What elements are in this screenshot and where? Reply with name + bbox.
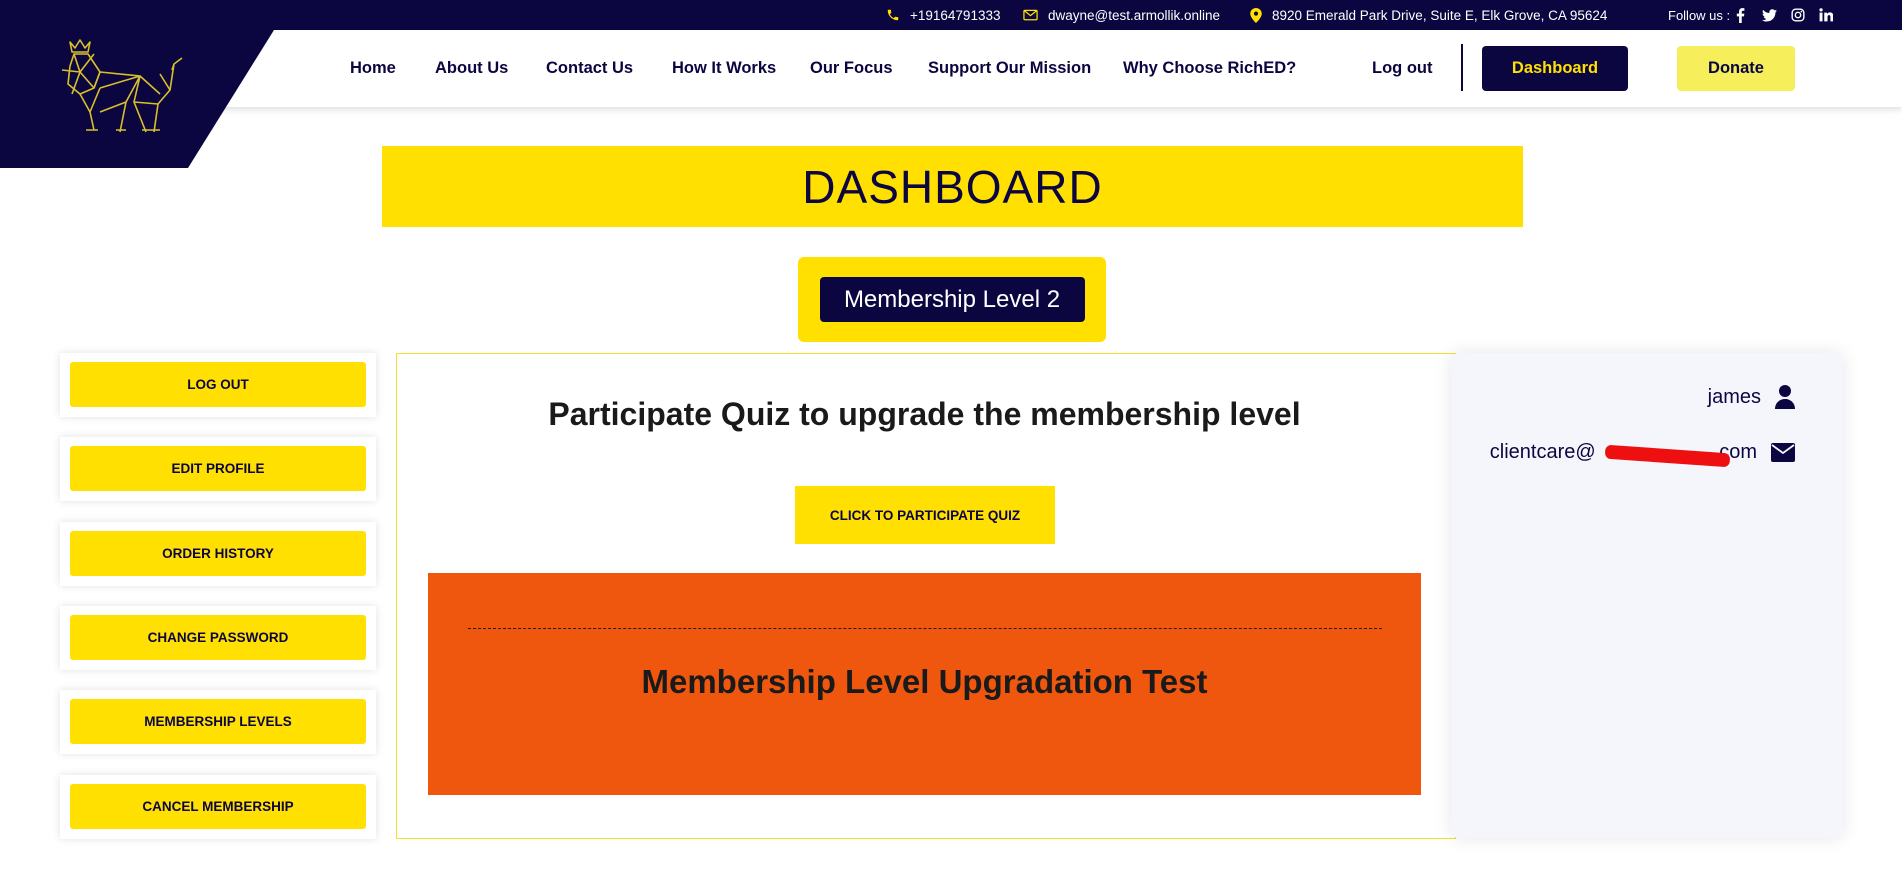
twitter-link[interactable] (1762, 0, 1777, 30)
nav-support-our-mission[interactable]: Support Our Mission (928, 30, 1091, 107)
instagram-link[interactable] (1791, 0, 1805, 30)
nav-why-choose-riched[interactable]: Why Choose RichED? (1123, 30, 1296, 107)
nav-our-focus[interactable]: Our Focus (810, 30, 893, 107)
profile-username-row: james (1708, 385, 1795, 409)
membership-levels-button[interactable]: MEMBERSHIP LEVELS (70, 699, 366, 744)
envelope-icon (1771, 443, 1795, 462)
membership-level-badge: Membership Level 2 (819, 277, 1085, 322)
upgradation-test-panel: Membership Level Upgradation Test (428, 573, 1421, 795)
edit-profile-button[interactable]: EDIT PROFILE (70, 446, 366, 491)
dashed-divider (468, 628, 1382, 629)
street-address: 8920 Emerald Park Drive, Suite E, Elk Gr… (1272, 7, 1608, 23)
nav-about-us[interactable]: About Us (435, 30, 508, 107)
page-title: DASHBOARD (802, 160, 1103, 213)
profile-email-prefix: clientcare@ (1489, 441, 1596, 463)
lion-logo (61, 39, 183, 133)
follow-label: Follow us : (1668, 7, 1731, 23)
profile-username: james (1707, 385, 1761, 408)
address-contact: 8920 Emerald Park Drive, Suite E, Elk Gr… (1250, 0, 1607, 30)
change-password-button[interactable]: CHANGE PASSWORD (70, 615, 366, 660)
linkedin-icon (1819, 8, 1833, 22)
sidebar-card-edit-profile: EDIT PROFILE (60, 437, 376, 501)
sidebar-card-change-password: CHANGE PASSWORD (60, 606, 376, 670)
profile-card: james clientcare@ .com (1451, 353, 1843, 838)
membership-level-container: Membership Level 2 (798, 257, 1106, 342)
email-contact[interactable]: dwayne@test.armollik.online (1023, 0, 1220, 30)
dashboard-button[interactable]: Dashboard (1482, 46, 1628, 91)
instagram-icon (1791, 8, 1805, 22)
nav-divider (1461, 44, 1463, 91)
sidebar-card-membership-levels: MEMBERSHIP LEVELS (60, 690, 376, 754)
quiz-heading: Participate Quiz to upgrade the membersh… (548, 396, 1301, 432)
phone-number: +19164791333 (910, 7, 1001, 23)
email-address: dwayne@test.armollik.online (1048, 7, 1221, 23)
donate-button[interactable]: Donate (1677, 46, 1795, 91)
sidebar-card-log-out: LOG OUT (60, 353, 376, 417)
participate-quiz-button[interactable]: CLICK TO PARTICIPATE QUIZ (795, 486, 1055, 544)
location-icon (1250, 7, 1262, 23)
user-icon (1775, 385, 1795, 409)
facebook-link[interactable] (1736, 0, 1745, 30)
sidebar-card-order-history: ORDER HISTORY (60, 522, 376, 586)
main-navigation: Home About Us Contact Us How It Works Ou… (0, 30, 1902, 107)
linkedin-link[interactable] (1819, 0, 1833, 30)
top-info-bar: +19164791333 dwayne@test.armollik.online… (0, 0, 1902, 30)
logo-block[interactable] (0, 0, 274, 168)
upgradation-test-title: Membership Level Upgradation Test (641, 663, 1208, 700)
nav-log-out[interactable]: Log out (1372, 30, 1432, 107)
cancel-membership-button[interactable]: CANCEL MEMBERSHIP (70, 784, 366, 829)
dashboard-banner: DASHBOARD (382, 146, 1523, 227)
phone-contact[interactable]: +19164791333 (886, 0, 1000, 30)
mail-icon (1023, 9, 1038, 21)
order-history-button[interactable]: ORDER HISTORY (70, 531, 366, 576)
nav-how-it-works[interactable]: How It Works (672, 30, 776, 107)
phone-icon (887, 9, 899, 21)
sidebar-card-cancel-membership: CANCEL MEMBERSHIP (60, 775, 376, 839)
quiz-panel: Participate Quiz to upgrade the membersh… (396, 353, 1456, 839)
log-out-button[interactable]: LOG OUT (70, 362, 366, 407)
facebook-icon (1736, 7, 1745, 23)
twitter-icon (1762, 8, 1777, 21)
nav-contact-us[interactable]: Contact Us (546, 30, 633, 107)
nav-home[interactable]: Home (350, 30, 396, 107)
